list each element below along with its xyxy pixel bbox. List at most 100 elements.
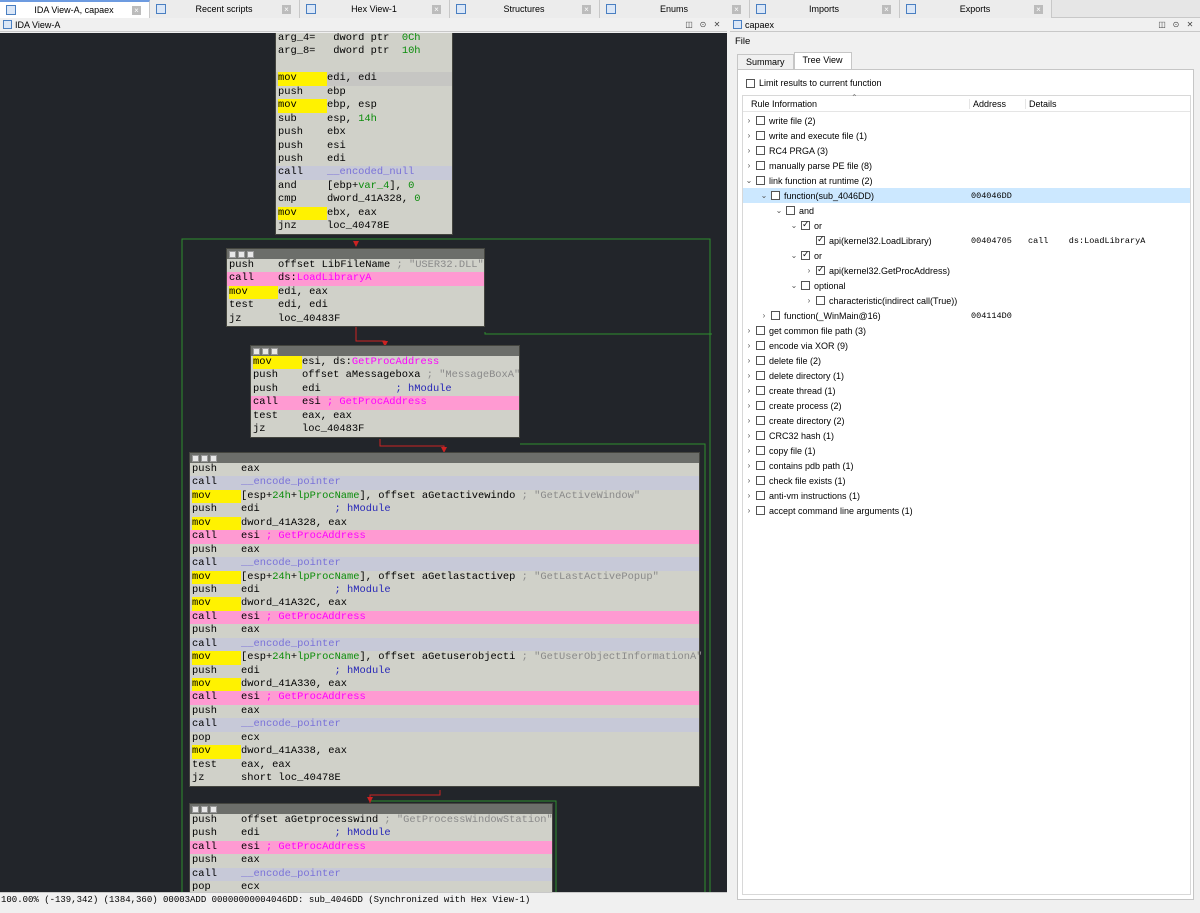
asm-line[interactable]: push edi ; hModule xyxy=(190,584,699,597)
chevron-right-icon[interactable]: › xyxy=(744,146,754,155)
tree-row[interactable]: › delete directory (1) xyxy=(743,368,1190,383)
asm-line[interactable]: mov dword_41A32C, eax xyxy=(190,597,699,611)
asm-line[interactable]: push eax xyxy=(190,705,699,718)
chevron-right-icon[interactable]: › xyxy=(744,461,754,470)
row-checkbox[interactable] xyxy=(756,341,765,350)
asm-line[interactable]: push ebx xyxy=(276,126,452,139)
chevron-right-icon[interactable]: › xyxy=(744,401,754,410)
chevron-down-icon[interactable]: ⌄ xyxy=(789,221,799,230)
tree-row[interactable]: ⌄ or xyxy=(743,218,1190,233)
tree-row[interactable]: › anti-vm instructions (1) xyxy=(743,488,1190,503)
tree-row[interactable]: › function(_WinMain@16) 004114D0 xyxy=(743,308,1190,323)
asm-line[interactable]: push esi xyxy=(276,140,452,153)
chevron-right-icon[interactable]: › xyxy=(744,416,754,425)
row-checkbox[interactable] xyxy=(756,476,765,485)
chevron-right-icon[interactable]: › xyxy=(744,116,754,125)
row-checkbox[interactable] xyxy=(756,326,765,335)
tree-row[interactable]: › api(kernel32.GetProcAddress) xyxy=(743,263,1190,278)
asm-line[interactable]: arg_8= dword ptr 10h xyxy=(276,45,452,58)
chevron-down-icon[interactable]: ⌄ xyxy=(759,191,769,200)
asm-line[interactable]: cmp dword_41A328, 0 xyxy=(276,193,452,206)
asm-line[interactable]: mov dword_41A328, eax xyxy=(190,516,699,531)
limit-results-option[interactable]: Limit results to current function xyxy=(746,78,882,88)
asm-line[interactable]: push eax xyxy=(190,463,699,476)
asm-line[interactable]: jnz loc_40478E xyxy=(276,220,452,233)
asm-line[interactable]: push edi ; hModule xyxy=(190,827,552,840)
block-header-icon[interactable] xyxy=(271,347,278,355)
tab-close-icon[interactable]: × xyxy=(282,4,291,14)
code-block[interactable]: arg_4= dword ptr 0Ch arg_8= dword ptr 10h… xyxy=(275,33,453,235)
tree-row[interactable]: › copy file (1) xyxy=(743,443,1190,458)
chevron-right-icon[interactable]: › xyxy=(744,371,754,380)
asm-line[interactable]: mov esi, ds:GetProcAddress xyxy=(251,356,519,370)
chevron-right-icon[interactable]: › xyxy=(759,311,769,320)
chevron-right-icon[interactable]: › xyxy=(744,431,754,440)
row-checkbox[interactable] xyxy=(801,219,810,230)
chevron-right-icon[interactable]: › xyxy=(744,506,754,515)
row-checkbox[interactable] xyxy=(756,461,765,470)
asm-line[interactable]: push edi ; hModule xyxy=(251,383,519,396)
tab-0[interactable]: IDA View-A, capaex × xyxy=(0,0,150,18)
tree-row[interactable]: › characteristic(indirect call(True)) xyxy=(743,293,1190,308)
chevron-right-icon[interactable]: › xyxy=(744,491,754,500)
code-block[interactable]: push offset aGetprocesswind ; "GetProcess… xyxy=(189,803,553,892)
tree-row[interactable]: › write and execute file (1) xyxy=(743,128,1190,143)
tab-close-icon[interactable]: × xyxy=(732,4,741,14)
row-checkbox[interactable] xyxy=(756,356,765,365)
tab-summary[interactable]: Summary xyxy=(737,54,794,69)
chevron-down-icon[interactable]: ⌄ xyxy=(789,281,799,290)
tree-row[interactable]: › RC4 PRGA (3) xyxy=(743,143,1190,158)
rule-tree[interactable]: ⌃ Rule Information Address Details › writ… xyxy=(742,93,1191,895)
tree-row[interactable]: › check file exists (1) xyxy=(743,473,1190,488)
row-checkbox[interactable] xyxy=(756,146,765,155)
asm-line[interactable]: pop ecx xyxy=(190,732,699,745)
row-checkbox[interactable] xyxy=(756,176,765,185)
row-checkbox[interactable] xyxy=(756,371,765,380)
row-checkbox[interactable] xyxy=(756,446,765,455)
row-checkbox[interactable] xyxy=(771,191,780,200)
block-header-icon[interactable] xyxy=(253,347,260,355)
asm-line[interactable]: mov dword_41A338, eax xyxy=(190,745,699,759)
close-icon[interactable]: ✕ xyxy=(1186,20,1194,29)
chevron-down-icon[interactable]: ⌄ xyxy=(774,206,784,215)
row-checkbox[interactable] xyxy=(786,206,795,215)
row-checkbox[interactable] xyxy=(816,234,825,245)
tab-tree-view[interactable]: Tree View xyxy=(793,52,852,69)
tree-row[interactable]: › write file (2) xyxy=(743,113,1190,128)
chevron-right-icon[interactable]: › xyxy=(744,326,754,335)
asm-line[interactable]: call __encode_pointer xyxy=(190,476,699,490)
asm-line[interactable]: call __encode_pointer xyxy=(190,557,699,571)
asm-line[interactable]: test eax, eax xyxy=(190,759,699,772)
asm-line[interactable]: call __encode_pointer xyxy=(190,637,699,652)
pin-icon[interactable]: ⊙ xyxy=(1172,20,1180,29)
row-checkbox[interactable] xyxy=(756,506,765,515)
row-checkbox[interactable] xyxy=(801,249,810,260)
block-header-icon[interactable] xyxy=(229,250,236,258)
row-checkbox[interactable] xyxy=(771,311,780,320)
asm-line[interactable]: push offset aMessageboxa ; "MessageBoxA" xyxy=(251,369,520,382)
tab-close-icon[interactable]: × xyxy=(1034,4,1043,14)
tree-row[interactable]: api(kernel32.LoadLibrary) 00404705 call ds… xyxy=(743,233,1190,248)
chevron-right-icon[interactable]: › xyxy=(744,476,754,485)
asm-line[interactable] xyxy=(276,59,452,72)
chevron-right-icon[interactable]: › xyxy=(804,296,814,305)
row-checkbox[interactable] xyxy=(756,401,765,410)
code-block[interactable]: push offset LibFileName ; "USER32.DLL" cal… xyxy=(226,248,485,328)
block-header-icon[interactable] xyxy=(210,805,217,813)
chevron-down-icon[interactable]: ⌄ xyxy=(744,176,754,185)
asm-line[interactable]: call esi ; GetProcAddress xyxy=(190,530,699,544)
asm-line[interactable]: call __encoded_null xyxy=(276,166,452,180)
row-checkbox[interactable] xyxy=(756,116,765,125)
asm-line[interactable]: push edi ; hModule xyxy=(190,665,699,678)
asm-line[interactable]: mov edi, edi xyxy=(276,72,452,86)
asm-line[interactable]: push edi ; hModule xyxy=(190,503,699,516)
row-checkbox[interactable] xyxy=(816,264,825,275)
asm-line[interactable]: mov dword_41A330, eax xyxy=(190,678,699,692)
asm-line[interactable]: and [ebp+var_4], 0 xyxy=(276,180,452,193)
tab-close-icon[interactable]: × xyxy=(132,5,141,15)
tree-row[interactable]: ⌄ optional xyxy=(743,278,1190,293)
asm-line[interactable]: push eax xyxy=(190,854,552,867)
asm-line[interactable]: call esi ; GetProcAddress xyxy=(251,396,519,410)
tree-row[interactable]: › delete file (2) xyxy=(743,353,1190,368)
asm-line[interactable]: push ebp xyxy=(276,86,452,99)
